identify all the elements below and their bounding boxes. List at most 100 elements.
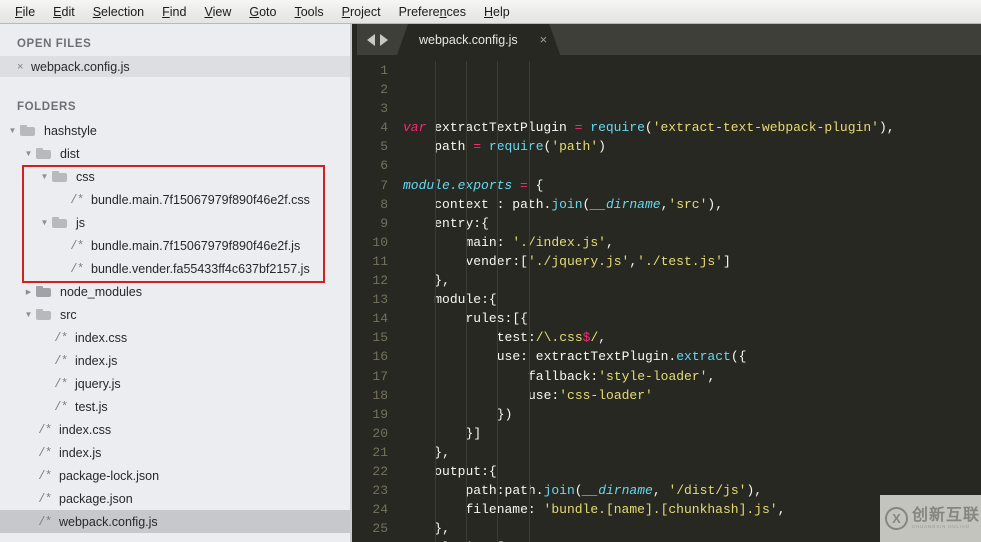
code-line: module:{: [434, 292, 497, 308]
menu-selection[interactable]: Selection: [84, 2, 153, 22]
line-number: 15: [372, 330, 388, 346]
open-file-row[interactable]: × webpack.config.js: [0, 56, 351, 77]
menu-file[interactable]: File: [6, 2, 44, 22]
tree-item-label: js: [76, 215, 86, 230]
tree-item-label: index.css: [59, 422, 112, 437]
tree-folder-row[interactable]: node_modules: [0, 280, 351, 303]
tree-file-row[interactable]: /* index.css: [0, 418, 351, 441]
tree-file-row[interactable]: /* bundle.main.7f15067979f890f46e2f.css: [0, 188, 351, 211]
tree-item-label: index.js: [75, 353, 118, 368]
line-number: 11: [372, 253, 388, 269]
code-line: }): [496, 406, 513, 422]
code-area: 1 2 3 4 5 6 7 8 9 10 11 12 13 14 15 16 17 18 19 20 21 22 23 24 2…: [357, 55, 981, 542]
open-files-header: OPEN FILES: [17, 38, 92, 50]
tree-folder-row[interactable]: dist: [0, 142, 351, 165]
line-number: 17: [372, 368, 388, 384]
code-line: main: './index.js',: [465, 234, 614, 250]
watermark: 创新互联 CHUANGXIN HULIAN: [880, 495, 981, 542]
tree-folder-row[interactable]: js: [0, 211, 351, 234]
line-number: 8: [380, 196, 388, 212]
tree-file-row[interactable]: /* bundle.main.7f15067979f890f46e2f.js: [0, 234, 351, 257]
editor-pane: webpack.config.js × 1 2 3 4 5 6 7 8 9 10 11 12 13 14 15…: [357, 24, 981, 542]
chevron-right-icon[interactable]: [22, 288, 35, 296]
code-line: module.exports = {: [403, 177, 544, 193]
menu-preferences[interactable]: Preferences: [390, 2, 475, 22]
code-line: vender:['./jquery.js','./test.js']: [465, 253, 731, 269]
code-line: entry:{: [434, 215, 489, 231]
menu-help[interactable]: Help: [475, 2, 519, 22]
menu-bar: File Edit Selection Find View Goto Tools Projec…: [0, 0, 981, 24]
code-line: },: [434, 444, 450, 460]
tree-file-row[interactable]: /* webpack.config.js: [0, 510, 351, 533]
code-lines: var extractTextPlugin = require('extract…: [403, 118, 981, 542]
menu-project[interactable]: Project: [333, 2, 390, 22]
code-line: var extractTextPlugin = require('extract…: [403, 120, 895, 136]
tree-file-row[interactable]: /* package.json: [0, 487, 351, 510]
watermark-subtitle: CHUANGXIN HULIAN: [912, 524, 970, 530]
code-line: fallback:'style-loader',: [528, 368, 716, 384]
chevron-down-icon[interactable]: [38, 219, 51, 227]
chevron-down-icon[interactable]: [6, 127, 19, 135]
tree-file-row[interactable]: /* index.js: [0, 349, 351, 372]
line-number: 13: [372, 292, 388, 308]
file-icon: /*: [54, 353, 68, 368]
watermark-logo-icon: [885, 507, 908, 530]
file-icon: /*: [38, 468, 52, 483]
chevron-down-icon[interactable]: [22, 150, 35, 158]
folder-icon: [51, 216, 71, 230]
close-icon[interactable]: ×: [17, 61, 31, 73]
tree-file-row[interactable]: /* bundle.vender.fa55433ff4c637bf2157.js: [0, 257, 351, 280]
code-line: output:{: [434, 463, 497, 479]
tree-folder-row[interactable]: css: [0, 165, 351, 188]
code-line: use: extractTextPlugin.extract({: [496, 349, 747, 365]
file-icon: /*: [54, 376, 68, 391]
line-number: 18: [372, 387, 388, 403]
tab-nav-arrows[interactable]: [363, 24, 397, 55]
line-number: 19: [372, 406, 388, 422]
line-number: 9: [380, 215, 388, 231]
tree-folder-row[interactable]: src: [0, 303, 351, 326]
line-number: 1: [380, 63, 388, 78]
line-number: 7: [380, 177, 388, 193]
arrow-right-icon[interactable]: [380, 33, 388, 46]
open-file-label: webpack.config.js: [31, 59, 130, 74]
line-number: 6: [380, 158, 388, 174]
menu-tools[interactable]: Tools: [285, 2, 332, 22]
tree-item-label: dist: [60, 146, 80, 161]
tree-item-label: bundle.main.7f15067979f890f46e2f.css: [91, 192, 310, 207]
code-content[interactable]: var extractTextPlugin = require('extract…: [397, 55, 981, 542]
line-number: 23: [372, 483, 388, 499]
tree-file-row[interactable]: /* jquery.js: [0, 372, 351, 395]
tree-item-label: index.css: [75, 330, 128, 345]
line-number-gutter: 1 2 3 4 5 6 7 8 9 10 11 12 13 14 15 16 17 18 19 20 21 22 23 24 2…: [357, 55, 397, 542]
menu-edit[interactable]: Edit: [44, 2, 84, 22]
tree-file-row[interactable]: /* index.js: [0, 441, 351, 464]
line-number: 26: [357, 538, 388, 542]
tree-file-row[interactable]: /* test.js: [0, 395, 351, 418]
line-number: 4: [380, 120, 388, 136]
chevron-down-icon[interactable]: [38, 173, 51, 181]
line-number: 5: [380, 139, 388, 155]
tab-close-icon[interactable]: ×: [540, 33, 548, 46]
file-icon: /*: [38, 514, 52, 529]
folders-header: FOLDERS: [17, 101, 77, 113]
folder-icon: [35, 308, 55, 322]
tab-bar: webpack.config.js ×: [357, 24, 981, 55]
file-icon: /*: [70, 192, 84, 207]
menu-find[interactable]: Find: [153, 2, 195, 22]
line-number: 25: [372, 521, 388, 537]
chevron-down-icon[interactable]: [22, 311, 35, 319]
tree-folder-row[interactable]: hashstyle: [0, 119, 351, 142]
menu-view[interactable]: View: [195, 2, 240, 22]
file-icon: /*: [38, 422, 52, 437]
editor-tab[interactable]: webpack.config.js ×: [397, 24, 560, 55]
tree-file-row[interactable]: /* index.css: [0, 326, 351, 349]
line-number: 22: [372, 463, 388, 479]
file-icon: /*: [54, 330, 68, 345]
sidebar: OPEN FILES ×webpack.config.js FOLDERS ha…: [0, 24, 352, 542]
menu-goto[interactable]: Goto: [240, 2, 285, 22]
tree-file-row[interactable]: /* package-lock.json: [0, 464, 351, 487]
tabs-host: webpack.config.js ×: [397, 24, 560, 55]
folder-tree: hashstyle dist css /* bundle.main.7f15067979…: [0, 119, 351, 537]
arrow-left-icon[interactable]: [367, 33, 375, 46]
